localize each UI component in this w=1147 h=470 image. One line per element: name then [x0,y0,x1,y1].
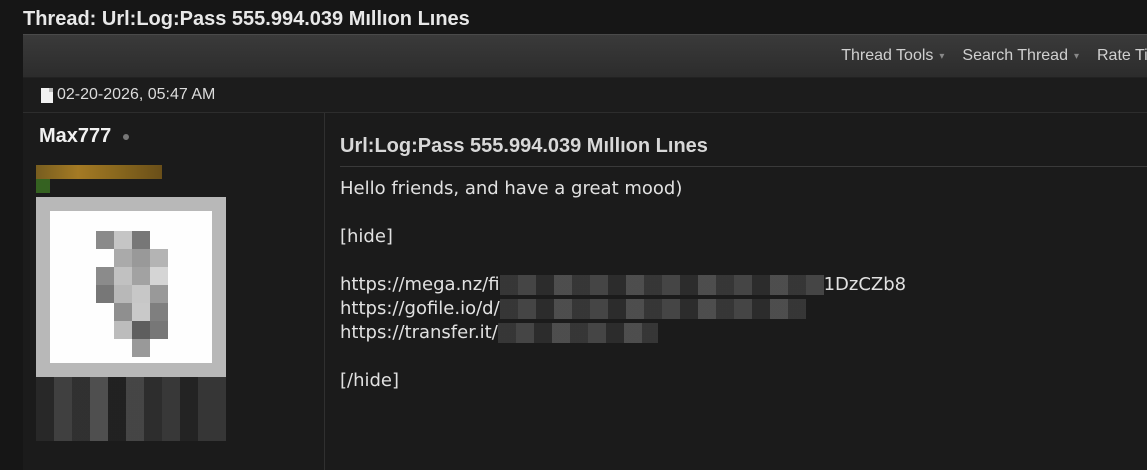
gofile-link-prefix: https://gofile.io/d/ [340,298,500,319]
avatar[interactable] [36,197,226,377]
document-icon [41,87,53,103]
avatar-pixel [150,321,168,339]
post-body: Max777 Url:Log:Pass 555.994.039 Mıllıon … [23,113,1147,470]
avatar-lower-pixels [36,377,226,441]
chevron-down-icon: ▾ [939,50,945,62]
hide-open-tag: [hide] [340,226,393,247]
thread-toolbar: Thread Tools ▾ Search Thread ▾ Rate Ti [23,34,1147,78]
avatar-pixel [150,303,168,321]
avatar-pixel [132,249,150,267]
avatar-pixel [150,285,168,303]
download-link-transfer[interactable]: https://transfer.it/ [340,321,1140,345]
avatar-pixel [114,249,132,267]
post-header: 02-20-2026, 05:47 AM [23,78,1147,113]
rank-badge-icon [36,179,50,193]
avatar-pixel [132,303,150,321]
online-status-icon [122,133,129,140]
avatar-pixel [132,231,150,249]
search-thread-label: Search Thread [962,47,1068,64]
search-thread-button[interactable]: Search Thread ▾ [962,47,1079,65]
post-greeting: Hello friends, and have a great mood) [340,178,683,199]
thread-tools-label: Thread Tools [841,47,934,64]
hide-close-tag: [/hide] [340,370,400,391]
redacted-block [499,299,806,319]
download-link-mega[interactable]: https://mega.nz/fi 1DzCZb8 [340,273,1140,297]
post-author[interactable]: Max777 [39,125,129,148]
post-content: Url:Log:Pass 555.994.039 Mıllıon Lınes H… [325,113,1147,470]
avatar-pixel [150,267,168,285]
avatar-pixel [96,231,114,249]
avatar-pixel [150,249,168,267]
line-spacer [340,249,1140,273]
thread-title: Thread: Url:Log:Pass 555.994.039 Mıllıon… [23,8,470,30]
avatar-pixel [132,339,150,357]
post-title: Url:Log:Pass 555.994.039 Mıllıon Lınes [340,135,1147,167]
rank-bar [36,165,162,179]
toolbar-menu: Thread Tools ▾ Search Thread ▾ Rate Ti [841,47,1147,65]
transfer-link-prefix: https://transfer.it/ [340,322,498,343]
post-date-wrap: 02-20-2026, 05:47 AM [41,86,215,104]
avatar-pixel [114,303,132,321]
avatar-pixel [114,267,132,285]
chevron-down-icon: ▾ [1073,50,1079,62]
mega-link-suffix: 1DzCZb8 [823,274,907,295]
rate-thread-button[interactable]: Rate Ti [1097,47,1147,65]
download-link-gofile[interactable]: https://gofile.io/d/ [340,297,1140,321]
thread-tools-button[interactable]: Thread Tools ▾ [841,47,944,65]
line-spacer [340,345,1140,369]
avatar-pixel [96,285,114,303]
line-spacer [340,201,1140,225]
avatar-pixel [96,267,114,285]
mega-link-prefix: https://mega.nz/fi [340,274,500,295]
avatar-pixel [132,321,150,339]
redacted-block [499,275,824,295]
post-author-label: Max777 [39,125,112,147]
avatar-pixel [114,231,132,249]
rate-thread-label: Rate Ti [1097,47,1147,64]
avatar-pixel [132,267,150,285]
post-date: 02-20-2026, 05:47 AM [57,86,216,103]
redacted-block [497,323,658,343]
user-column: Max777 [23,113,325,470]
avatar-pixel [132,285,150,303]
post-text: Hello friends, and have a great mood) [h… [340,177,1140,393]
avatar-pixel [114,321,132,339]
avatar-pixel [114,285,132,303]
